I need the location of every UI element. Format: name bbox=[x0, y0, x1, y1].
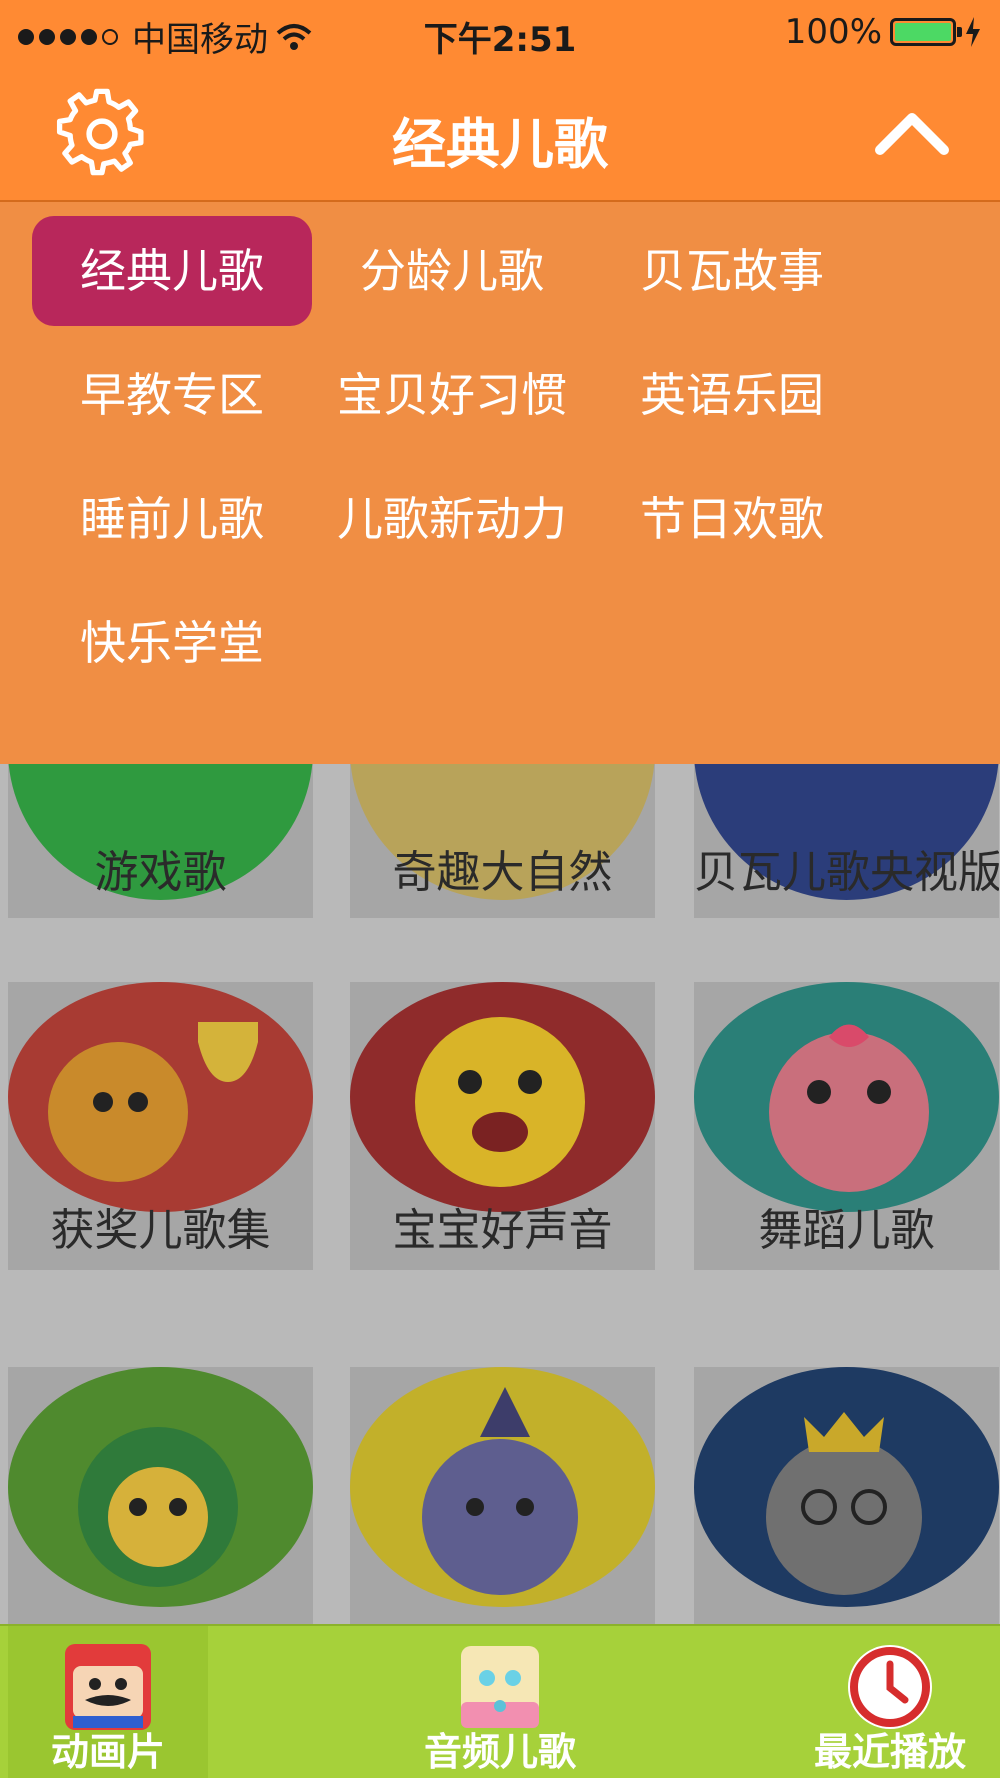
category-chip[interactable]: 宝贝好习惯 bbox=[312, 340, 592, 450]
category-card[interactable]: 获奖儿歌集 bbox=[8, 982, 313, 1270]
card-thumbnail bbox=[350, 1367, 655, 1607]
category-chip[interactable]: 早教专区 bbox=[32, 340, 312, 450]
tab-label: 音频儿歌 bbox=[423, 1730, 576, 1774]
category-chip[interactable]: 英语乐园 bbox=[592, 340, 872, 450]
category-chip[interactable]: 睡前儿歌 bbox=[32, 464, 312, 574]
category-chip[interactable]: 儿歌新动力 bbox=[312, 464, 592, 574]
category-card[interactable] bbox=[8, 1367, 313, 1657]
page-title: 经典儿歌 bbox=[392, 113, 608, 176]
clock-icon bbox=[848, 1645, 932, 1729]
charging-icon bbox=[966, 17, 980, 47]
card-thumbnail bbox=[8, 1367, 313, 1607]
card-label: 获奖儿歌集 bbox=[50, 1205, 271, 1256]
battery-group: 100% bbox=[785, 12, 982, 52]
tab-label: 最近播放 bbox=[813, 1730, 966, 1774]
character-face-icon bbox=[461, 1646, 539, 1728]
card-thumbnail bbox=[350, 982, 655, 1212]
category-card[interactable]: 游戏歌 bbox=[8, 740, 313, 918]
card-thumbnail bbox=[8, 982, 313, 1212]
tab-label: 动画片 bbox=[50, 1730, 165, 1774]
card-label: 宝宝好声音 bbox=[392, 1205, 613, 1256]
category-card[interactable]: 贝瓦儿歌央视版 bbox=[694, 740, 999, 918]
card-label: 舞蹈儿歌 bbox=[758, 1205, 935, 1256]
tab-bar: 动画片 音频儿歌 最近播放 bbox=[0, 1624, 1000, 1778]
category-chip[interactable]: 快乐学堂 bbox=[32, 588, 312, 698]
mario-face-icon bbox=[65, 1644, 151, 1730]
category-chip[interactable]: 贝瓦故事 bbox=[592, 216, 872, 326]
tab-recent[interactable]: 最近播放 bbox=[790, 1626, 990, 1778]
category-card[interactable]: 奇趣大自然 bbox=[350, 740, 655, 918]
category-card[interactable] bbox=[350, 1367, 655, 1657]
card-label: 奇趣大自然 bbox=[392, 847, 613, 898]
card-thumbnail bbox=[694, 1367, 999, 1607]
card-label: 游戏歌 bbox=[94, 847, 227, 898]
category-chip-active[interactable]: 经典儿歌 bbox=[32, 216, 312, 326]
nav-bar: 经典儿歌 bbox=[0, 66, 1000, 202]
category-card[interactable]: 舞蹈儿歌 bbox=[694, 982, 999, 1270]
card-label: 贝瓦儿歌央视版 bbox=[694, 847, 999, 898]
category-dropdown: 经典儿歌 分龄儿歌 贝瓦故事 早教专区 宝贝好习惯 英语乐园 睡前儿歌 儿歌新动… bbox=[0, 202, 1000, 764]
tab-audio-songs[interactable]: 音频儿歌 bbox=[400, 1626, 600, 1778]
tab-cartoon[interactable]: 动画片 bbox=[8, 1626, 208, 1778]
card-thumbnail bbox=[694, 982, 999, 1212]
category-chip[interactable]: 分龄儿歌 bbox=[312, 216, 592, 326]
category-card[interactable] bbox=[694, 1367, 999, 1657]
category-card[interactable]: 宝宝好声音 bbox=[350, 982, 655, 1270]
status-bar: 中国移动 下午2:51 100% bbox=[0, 0, 1000, 66]
battery-percent: 100% bbox=[784, 12, 882, 52]
chevron-up-icon[interactable] bbox=[874, 102, 950, 166]
category-chip[interactable]: 节日欢歌 bbox=[592, 464, 872, 574]
battery-icon bbox=[890, 18, 962, 46]
